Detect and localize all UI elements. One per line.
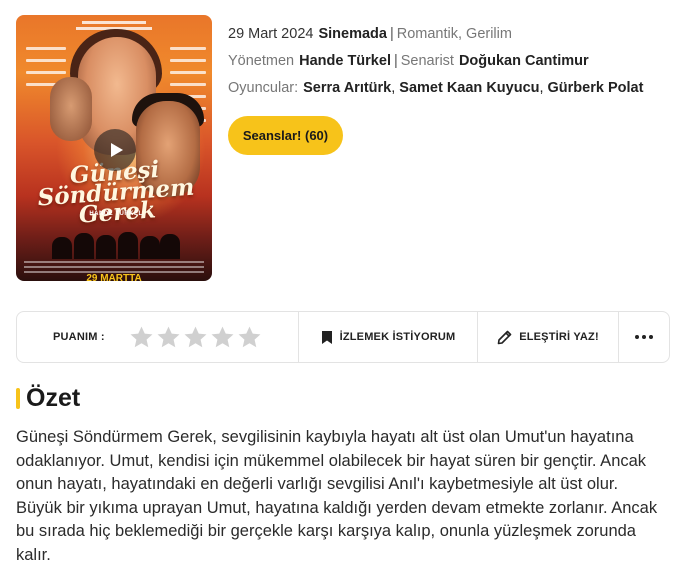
poster-credit-line bbox=[82, 21, 146, 24]
poster-release-date: 29 MARTTA bbox=[86, 273, 142, 281]
summary-title: Özet bbox=[26, 384, 81, 412]
sessions-button[interactable]: Seanslar! (60) bbox=[228, 116, 343, 155]
cast-link[interactable]: Gürberk Polat bbox=[548, 78, 644, 98]
cast-line: Oyuncular: Serra Arıtürk, Samet Kaan Kuy… bbox=[228, 74, 678, 101]
cast-link[interactable]: Samet Kaan Kuyucu bbox=[399, 78, 539, 98]
play-trailer-button[interactable] bbox=[94, 129, 136, 171]
star-icon[interactable] bbox=[156, 325, 181, 350]
star-icon[interactable] bbox=[237, 325, 262, 350]
release-date: 29 Mart 2024 bbox=[228, 25, 314, 42]
star-icon[interactable] bbox=[183, 325, 208, 350]
crew-line: Yönetmen Hande Türkel | Senarist Doğukan… bbox=[228, 47, 678, 74]
cast-separator: , bbox=[391, 79, 396, 96]
director-link[interactable]: Hande Türkel bbox=[299, 51, 391, 71]
separator: | bbox=[389, 25, 394, 42]
summary-heading: Özet bbox=[16, 384, 80, 413]
writer-link[interactable]: Doğukan Cantimur bbox=[459, 51, 589, 71]
poster-figure-man-left bbox=[50, 77, 92, 141]
movie-info: 29 Mart 2024 Sinemada | Romantik, Gerili… bbox=[228, 20, 678, 101]
poster-director-credit: HANDE TÜRKEL bbox=[89, 211, 143, 217]
rating-label: PUANIM : bbox=[53, 331, 105, 343]
cast-separator: , bbox=[539, 79, 544, 96]
watchlist-label: İZLEMEK İSTİYORUM bbox=[339, 331, 456, 343]
star-icon[interactable] bbox=[129, 325, 154, 350]
heading-accent-bar bbox=[16, 388, 20, 409]
write-review-button[interactable]: ELEŞTİRİ YAZ! bbox=[478, 312, 619, 362]
summary-text: Güneşi Söndürmem Gerek, sevgilisinin kay… bbox=[16, 428, 658, 564]
cast-label: Oyuncular: bbox=[228, 79, 299, 96]
poster-silhouettes bbox=[52, 229, 182, 259]
pencil-icon bbox=[497, 330, 512, 344]
rating-stars bbox=[129, 325, 262, 350]
star-icon[interactable] bbox=[210, 325, 235, 350]
release-venue: Sinemada bbox=[318, 25, 387, 42]
release-line: 29 Mart 2024 Sinemada | Romantik, Gerili… bbox=[228, 20, 678, 47]
action-bar: PUANIM : İZLEMEK İSTİYORUM ELEŞTİRİ YAZ! bbox=[16, 311, 670, 363]
cast-link[interactable]: Serra Arıtürk bbox=[303, 78, 391, 98]
director-label: Yönetmen bbox=[228, 52, 295, 69]
more-icon bbox=[635, 335, 653, 339]
bookmark-icon bbox=[321, 330, 332, 344]
rating-widget: PUANIM : bbox=[17, 312, 299, 362]
review-label: ELEŞTİRİ YAZ! bbox=[519, 331, 599, 343]
more-options-button[interactable] bbox=[619, 312, 669, 362]
writer-label: Senarist bbox=[400, 52, 454, 69]
separator: | bbox=[393, 52, 398, 69]
watchlist-button[interactable]: İZLEMEK İSTİYORUM bbox=[299, 312, 478, 362]
genres: Romantik, Gerilim bbox=[396, 25, 512, 42]
play-icon bbox=[110, 143, 123, 157]
